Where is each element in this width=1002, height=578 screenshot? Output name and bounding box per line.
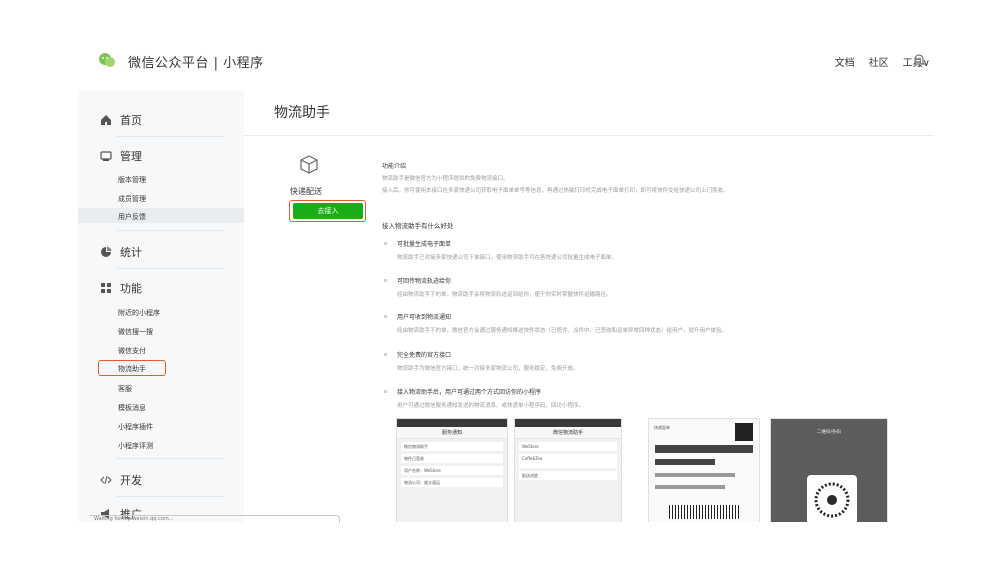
divider [244, 135, 934, 136]
sidebar: 首页 管理 版本管理 成员管理 用户反馈 统计 功能 附近的小程序 微信搜一搜 … [78, 90, 244, 522]
phone-row: 物件已签收 [401, 454, 503, 463]
package-icon [300, 155, 318, 174]
intro-line: 接入后，你可使用本接口在多家快递公司获取电子面单单号等信息，再通过热敏打印机完成… [382, 188, 729, 194]
bullet-icon [384, 390, 387, 393]
waybill-field [655, 485, 725, 489]
phone-status-bar [397, 419, 507, 427]
phone-row: 微信物流助手 [401, 442, 503, 451]
feature-icon [101, 283, 111, 293]
phone-status-bar [515, 419, 621, 427]
benefit-desc: 经由物流助手下的单，物流助手会将物流轨迹返回给你，便于你实时掌握快件运输路径。 [397, 292, 612, 298]
waybill-logo [735, 423, 753, 441]
brand-title: 微信公众平台 | 小程序 [128, 56, 264, 71]
service-name: 快递配送 [290, 187, 322, 196]
waybill-field [655, 473, 735, 477]
wechat-mini-program-logo [99, 53, 115, 67]
sidebar-group-features[interactable]: 功能 [100, 280, 142, 296]
benefit-title: 完全免费的官方接口 [397, 352, 452, 359]
screenshot-waybill: 快递面单 [648, 418, 760, 522]
sidebar-group-stats[interactable]: 统计 [100, 244, 142, 260]
sidebar-item-nearby[interactable]: 附近的小程序 [118, 308, 160, 318]
sidebar-item-user-feedback[interactable]: 用户反馈 [118, 212, 146, 222]
benefit-desc: 物流助手已对接多家快递公司下单接口，使用物流助手可在各快递公司批量生成电子面单。 [397, 255, 618, 261]
sidebar-item-hover-bg [78, 208, 244, 223]
phone-row: 用户名称：WeStore [401, 466, 503, 475]
bullet-icon [384, 353, 387, 356]
active-item-highlight [98, 360, 166, 376]
benefit-desc: 用户可通过微信服务通知发送的物流消息、或快递单小程序码，回访小程序。 [397, 403, 585, 409]
bullet-icon [384, 242, 387, 245]
screenshot-service-notice: 服务通知 微信物流助手 物件已签收 用户名称：WeStore 物流公司：顺丰速运 [396, 418, 508, 522]
bullet-icon [384, 279, 387, 282]
qr-title: 二维码/条码 [816, 430, 842, 435]
waybill-label: 快递面单 [654, 425, 670, 430]
divider [116, 458, 224, 459]
qr-code-icon [807, 475, 857, 522]
bullet-icon [384, 315, 387, 318]
waybill-barcode [655, 445, 753, 453]
screenshot-logistics-assistant: 微信物流助手 WeStore Coffe&Tea 配送进度 [514, 418, 622, 522]
manage-icon [100, 151, 112, 161]
benefit-title: 接入物流助手后，用户可通过两个方式回访你的小程序 [397, 389, 542, 396]
sidebar-item-version-manage[interactable]: 版本管理 [118, 175, 146, 185]
waybill-field [655, 459, 715, 465]
sidebar-item-customer-service[interactable]: 客服 [118, 384, 132, 394]
stats-icon [101, 246, 112, 257]
divider [116, 496, 224, 497]
notification-bell-icon[interactable] [912, 52, 926, 68]
sidebar-group-develop[interactable]: 开发 [100, 472, 142, 488]
connect-button[interactable]: 去接入 [293, 203, 363, 219]
page-frame: 首页 管理 版本管理 成员管理 用户反馈 统计 功能 附近的小程序 微信搜一搜 … [78, 90, 934, 522]
phone-row: WeStore [519, 442, 617, 451]
main-content: 物流助手 快递配送 去接入 功能介绍 物流助手是微信官方为小程序提供的免费物流接… [244, 90, 934, 522]
code-icon [100, 475, 112, 485]
sidebar-item-plugin[interactable]: 小程序插件 [118, 422, 153, 432]
phone-row: 配送进度 [519, 471, 617, 480]
nav-docs-link[interactable]: 文档 [835, 54, 855, 69]
top-bar: 微信公众平台 | 小程序 文档 社区 工具∨ [0, 0, 1002, 78]
intro-line: 物流助手是微信官方为小程序提供的免费物流接口。 [382, 176, 509, 182]
sidebar-item-template-message[interactable]: 模板消息 [118, 403, 146, 413]
waybill-barcode [669, 505, 739, 519]
sidebar-item-member-manage[interactable]: 成员管理 [118, 194, 146, 204]
browser-status-bar: Waiting for mp.weixin.qq.com... [90, 515, 340, 523]
divider [116, 268, 224, 269]
benefits-title: 接入物流助手有什么好处 [382, 222, 454, 230]
benefit-title: 用户可收到物流通知 [397, 314, 452, 321]
sidebar-group-home[interactable]: 首页 [100, 112, 142, 128]
phone-row: Coffe&Tea [519, 454, 617, 468]
phone-title: 微信物流助手 [515, 427, 621, 439]
benefit-title: 可批量生成电子面单 [397, 241, 452, 248]
divider [116, 230, 224, 231]
nav-community-link[interactable]: 社区 [869, 54, 889, 69]
divider [116, 136, 224, 137]
sidebar-item-evaluation[interactable]: 小程序评测 [118, 441, 153, 451]
benefit-desc: 经由物流助手下的单，微信官方会通过服务通知推送快件状态（已揽件、派件中、已签收和… [397, 328, 728, 334]
benefit-desc: 物流助手为微信官方接口，统一对接多家物流公司，服务稳定，免费开放。 [397, 366, 579, 372]
phone-title: 服务通知 [397, 427, 507, 439]
benefit-title: 可回传物流轨迹给你 [397, 278, 452, 285]
phone-row: 物流公司：顺丰速运 [401, 478, 503, 487]
page-title: 物流助手 [274, 105, 330, 121]
intro-title: 功能介绍 [382, 163, 407, 170]
screenshot-qr-code: 二维码/条码 [770, 418, 888, 522]
sidebar-group-manage[interactable]: 管理 [100, 148, 142, 164]
sidebar-item-pay[interactable]: 微信支付 [118, 346, 146, 356]
home-icon [101, 115, 111, 125]
sidebar-item-search[interactable]: 微信搜一搜 [118, 327, 153, 337]
